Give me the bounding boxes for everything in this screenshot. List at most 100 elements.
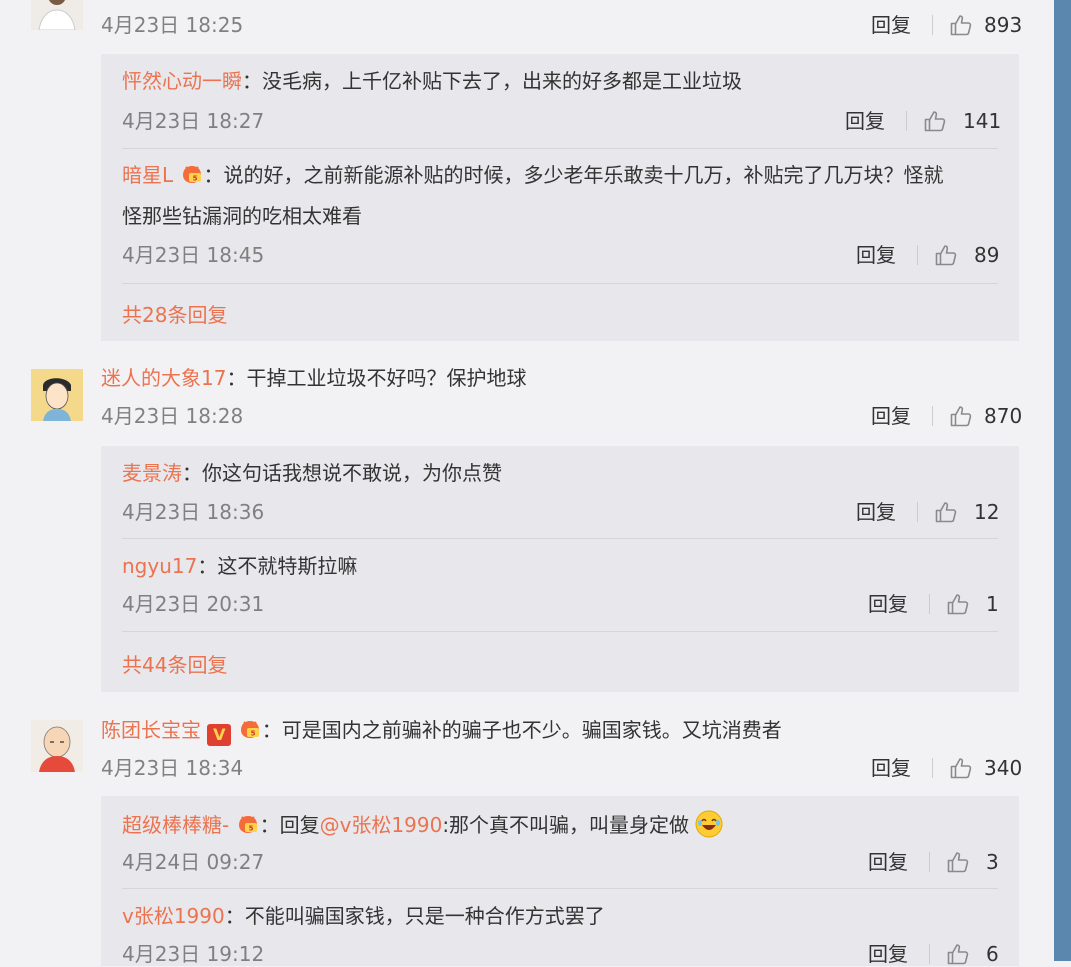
divider bbox=[917, 502, 918, 522]
avatar[interactable] bbox=[31, 0, 83, 30]
like-icon[interactable] bbox=[946, 850, 970, 874]
like-icon[interactable] bbox=[934, 500, 958, 524]
username-link[interactable]: 陈团长宝宝 bbox=[101, 718, 201, 742]
username-link[interactable]: 超级棒棒糖- bbox=[122, 813, 229, 837]
comment-text: ：干掉工业垃圾不好吗？保护地球 bbox=[226, 366, 527, 390]
reply-text: ：没毛病，上千亿补贴下去了，出来的好多都是工业垃圾 bbox=[242, 69, 742, 93]
reply-box: 怦然心动一瞬：没毛病，上千亿补贴下去了，出来的好多都是工业垃圾 4月23日 18… bbox=[101, 54, 1019, 341]
like-icon[interactable] bbox=[923, 109, 947, 133]
laughing-emoji-icon bbox=[695, 810, 723, 838]
reply-time: 4月23日 18:45 bbox=[122, 243, 265, 267]
reply-button[interactable]: 回复 bbox=[856, 499, 896, 525]
reply-text: ：不能叫骗国家钱，只是一种合作方式罢了 bbox=[224, 904, 605, 928]
fan-badge-icon bbox=[238, 718, 262, 740]
divider bbox=[932, 15, 933, 35]
username-link[interactable]: 迷人的大象17 bbox=[101, 366, 226, 390]
like-count: 1 bbox=[986, 592, 999, 616]
reply-button[interactable]: 回复 bbox=[856, 242, 896, 268]
reply-divider bbox=[122, 888, 998, 889]
reply-time: 4月23日 20:31 bbox=[122, 592, 265, 616]
comment-time: 4月23日 18:25 bbox=[101, 13, 244, 37]
comment-body: 迷人的大象17：干掉工业垃圾不好吗？保护地球 bbox=[101, 364, 526, 392]
reply-box: 超级棒棒糖- ：回复@v张松1990:那个真不叫骗，叫量身定做 4月24日 09… bbox=[101, 796, 1019, 966]
avatar[interactable] bbox=[31, 369, 83, 421]
like-icon[interactable] bbox=[949, 756, 973, 780]
like-count: 3 bbox=[986, 850, 999, 874]
username-link[interactable]: 麦景涛 bbox=[122, 461, 182, 485]
username-link[interactable]: 怦然心动一瞬 bbox=[122, 69, 242, 93]
fan-badge-icon bbox=[180, 163, 204, 185]
reply-button[interactable]: 回复 bbox=[871, 403, 911, 429]
comment-actions: 回复 893 bbox=[860, 12, 1023, 38]
username-link[interactable]: ngyu17 bbox=[122, 554, 197, 578]
reply-button[interactable]: 回复 bbox=[845, 108, 885, 134]
username-link[interactable]: v张松1990 bbox=[122, 904, 225, 928]
divider bbox=[929, 852, 930, 872]
comment-time: 4月23日 18:28 bbox=[101, 404, 244, 428]
divider bbox=[932, 406, 933, 426]
reply-text: ：说的好，之前新能源补贴的时候，多少老年乐敢卖十几万，补贴完了几万块？怪就 bbox=[203, 163, 944, 187]
more-replies-link[interactable]: 共28条回复 bbox=[122, 299, 227, 328]
like-icon[interactable] bbox=[946, 942, 970, 966]
reply-button[interactable]: 回复 bbox=[871, 755, 911, 781]
like-count: 870 bbox=[984, 404, 1023, 428]
like-count: 89 bbox=[974, 243, 1000, 267]
reply-button[interactable]: 回复 bbox=[868, 591, 908, 617]
like-count: 12 bbox=[974, 500, 1000, 524]
reply-time: 4月23日 19:12 bbox=[122, 942, 265, 966]
comment-actions: 回复 870 bbox=[860, 403, 1023, 429]
like-count: 340 bbox=[984, 756, 1023, 780]
reply-divider bbox=[122, 148, 998, 149]
reply-item: v张松1990：不能叫骗国家钱，只是一种合作方式罢了 bbox=[122, 902, 605, 930]
reply-text: :那个真不叫骗，叫量身定做 bbox=[442, 813, 690, 837]
reply-button[interactable]: 回复 bbox=[868, 849, 908, 875]
reply-item: 暗星L ：说的好，之前新能源补贴的时候，多少老年乐敢卖十几万，补贴完了几万块？怪… bbox=[122, 161, 944, 189]
reply-button[interactable]: 回复 bbox=[868, 941, 908, 967]
reply-actions: 回复 89 bbox=[841, 242, 1001, 268]
reply-divider bbox=[122, 283, 998, 284]
reply-item: ngyu17：这不就特斯拉嘛 bbox=[122, 552, 357, 580]
like-count: 893 bbox=[984, 13, 1023, 37]
reply-actions: 回复 141 bbox=[841, 108, 1001, 134]
reply-item: 怦然心动一瞬：没毛病，上千亿补贴下去了，出来的好多都是工业垃圾 bbox=[122, 67, 742, 95]
comment-body: 陈团长宝宝 V ：可是国内之前骗补的骗子也不少。骗国家钱。又坑消费者 bbox=[101, 716, 782, 746]
comment-3: 陈团长宝宝 V ：可是国内之前骗补的骗子也不少。骗国家钱。又坑消费者 4月23日… bbox=[0, 700, 1040, 966]
reply-item: 麦景涛：你这句话我想说不敢说，为你点赞 bbox=[122, 459, 502, 487]
comment-text: ：可是国内之前骗补的骗子也不少。骗国家钱。又坑消费者 bbox=[261, 718, 782, 742]
comment-2: 迷人的大象17：干掉工业垃圾不好吗？保护地球 4月23日 18:28 回复 87… bbox=[0, 345, 1040, 700]
divider bbox=[929, 944, 930, 964]
divider bbox=[932, 758, 933, 778]
divider bbox=[906, 111, 907, 131]
reply-actions: 回复 1 bbox=[841, 591, 1001, 617]
comment-time: 4月23日 18:34 bbox=[101, 756, 244, 780]
reply-box: 麦景涛：你这句话我想说不敢说，为你点赞 4月23日 18:36 回复 12 ng… bbox=[101, 446, 1019, 692]
reply-time: 4月23日 18:36 bbox=[122, 500, 265, 524]
like-icon[interactable] bbox=[949, 404, 973, 428]
reply-text: ：这不就特斯拉嘛 bbox=[197, 554, 358, 578]
reply-prefix: ：回复 bbox=[259, 813, 320, 837]
username-link[interactable]: 暗星L bbox=[122, 163, 173, 187]
reply-item: 超级棒棒糖- ：回复@v张松1990:那个真不叫骗，叫量身定做 bbox=[122, 810, 723, 839]
comment-1: 4月23日 18:25 回复 893 怦然心动一瞬：没毛病，上千亿补贴下去了，出… bbox=[0, 0, 1040, 345]
like-count: 141 bbox=[963, 109, 1002, 133]
fan-badge-icon bbox=[236, 813, 260, 835]
reply-divider bbox=[122, 538, 998, 539]
mention-link[interactable]: @v张松1990 bbox=[320, 813, 443, 837]
reply-actions: 回复 12 bbox=[841, 499, 1001, 525]
reply-text-cont: 怪那些钻漏洞的吃相太难看 bbox=[122, 204, 362, 228]
like-icon[interactable] bbox=[934, 243, 958, 267]
like-icon[interactable] bbox=[946, 592, 970, 616]
reply-button[interactable]: 回复 bbox=[871, 12, 911, 38]
like-icon[interactable] bbox=[949, 13, 973, 37]
divider bbox=[929, 594, 930, 614]
reply-actions: 回复 6 bbox=[841, 941, 1001, 967]
reply-time: 4月24日 09:27 bbox=[122, 850, 265, 874]
more-replies-link[interactable]: 共44条回复 bbox=[122, 649, 227, 678]
scrollbar[interactable] bbox=[1054, 0, 1071, 961]
avatar[interactable] bbox=[31, 720, 83, 772]
reply-divider bbox=[122, 631, 998, 632]
like-count: 6 bbox=[986, 942, 999, 966]
comment-actions: 回复 340 bbox=[860, 755, 1023, 781]
divider bbox=[917, 245, 918, 265]
reply-text: ：你这句话我想说不敢说，为你点赞 bbox=[182, 461, 502, 485]
